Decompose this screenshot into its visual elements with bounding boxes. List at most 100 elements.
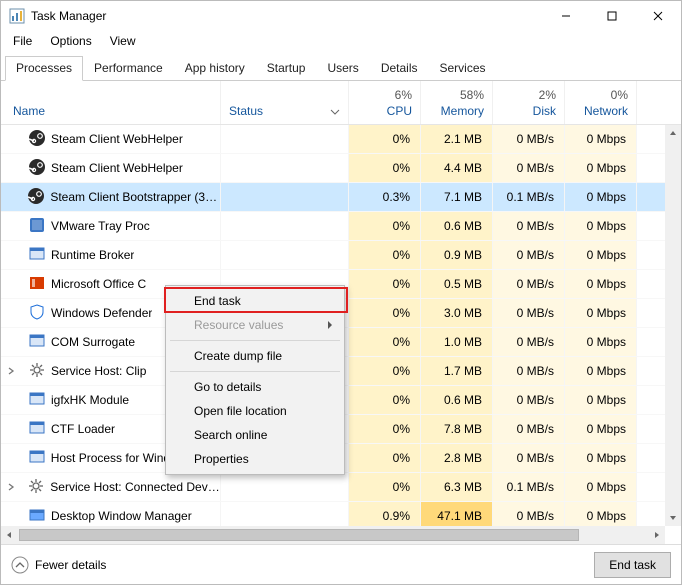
chevron-down-icon bbox=[330, 104, 340, 118]
net-value: 0 Mbps bbox=[587, 277, 626, 291]
mem-value: 2.1 MB bbox=[444, 132, 482, 146]
net-value: 0 Mbps bbox=[587, 451, 626, 465]
tab-details[interactable]: Details bbox=[370, 56, 429, 81]
cell-disk: 0 MB/s bbox=[493, 444, 565, 472]
disk-value: 0 MB/s bbox=[517, 364, 554, 378]
col-disk[interactable]: 2%Disk bbox=[493, 81, 565, 124]
content: Name Status 6%CPU 58%Memory 2%Disk 0%Net… bbox=[1, 81, 681, 544]
cpu-value: 0.3% bbox=[383, 190, 410, 204]
process-name: COM Surrogate bbox=[51, 335, 135, 349]
disk-value: 0 MB/s bbox=[517, 248, 554, 262]
menubar: File Options View bbox=[1, 31, 681, 53]
cpu-value: 0% bbox=[393, 451, 410, 465]
cell-cpu: 0% bbox=[349, 212, 421, 240]
col-memory[interactable]: 58%Memory bbox=[421, 81, 493, 124]
cell-disk: 0 MB/s bbox=[493, 415, 565, 443]
cell-memory: 7.8 MB bbox=[421, 415, 493, 443]
scroll-up-icon[interactable] bbox=[665, 125, 681, 141]
col-cpu[interactable]: 6%CPU bbox=[349, 81, 421, 124]
process-name: CTF Loader bbox=[51, 422, 115, 436]
table-row[interactable]: Service Host: Connected Device...0%6.3 M… bbox=[1, 473, 665, 502]
cell-cpu: 0% bbox=[349, 415, 421, 443]
process-name: Microsoft Office C bbox=[51, 277, 146, 291]
disk-value: 0.1 MB/s bbox=[507, 480, 554, 494]
table-row[interactable]: VMware Tray Proc0%0.6 MB0 MB/s0 Mbps bbox=[1, 212, 665, 241]
cell-disk: 0.1 MB/s bbox=[493, 183, 565, 211]
cell-memory: 2.8 MB bbox=[421, 444, 493, 472]
mem-value: 1.0 MB bbox=[444, 335, 482, 349]
col-status-label: Status bbox=[229, 104, 263, 118]
menu-file[interactable]: File bbox=[5, 31, 40, 51]
col-disk-label: Disk bbox=[533, 104, 556, 118]
cpu-value: 0% bbox=[393, 219, 410, 233]
mem-value: 4.4 MB bbox=[444, 161, 482, 175]
cpu-value: 0% bbox=[393, 422, 410, 436]
cell-memory: 1.7 MB bbox=[421, 357, 493, 385]
task-manager-window: Task Manager File Options View Processes… bbox=[0, 0, 682, 585]
ctx-search-online[interactable]: Search online bbox=[168, 423, 342, 447]
tab-performance[interactable]: Performance bbox=[83, 56, 174, 81]
col-status[interactable]: Status bbox=[221, 81, 349, 124]
col-network[interactable]: 0%Network bbox=[565, 81, 637, 124]
process-icon bbox=[29, 449, 45, 468]
ctx-create-dump[interactable]: Create dump file bbox=[168, 344, 342, 368]
disk-value: 0 MB/s bbox=[517, 393, 554, 407]
close-button[interactable] bbox=[635, 1, 681, 31]
fewer-details-label: Fewer details bbox=[35, 558, 106, 572]
cell-disk: 0 MB/s bbox=[493, 212, 565, 240]
cell-network: 0 Mbps bbox=[565, 270, 637, 298]
ctx-resource-values[interactable]: Resource values bbox=[168, 313, 342, 337]
menu-options[interactable]: Options bbox=[42, 31, 99, 51]
ctx-go-details[interactable]: Go to details bbox=[168, 375, 342, 399]
cell-disk: 0 MB/s bbox=[493, 357, 565, 385]
tab-startup[interactable]: Startup bbox=[256, 56, 317, 81]
cell-cpu: 0% bbox=[349, 270, 421, 298]
ctx-properties[interactable]: Properties bbox=[168, 447, 342, 471]
tabs: Processes Performance App history Startu… bbox=[1, 55, 681, 81]
end-task-button[interactable]: End task bbox=[594, 552, 671, 578]
table-row[interactable]: Steam Client Bootstrapper (32 bit)0.3%7.… bbox=[1, 183, 665, 212]
horizontal-scrollbar[interactable] bbox=[1, 526, 665, 544]
ctx-open-location[interactable]: Open file location bbox=[168, 399, 342, 423]
tab-apphistory[interactable]: App history bbox=[174, 56, 256, 81]
table-row[interactable]: Runtime Broker0%0.9 MB0 MB/s0 Mbps bbox=[1, 241, 665, 270]
process-icon bbox=[29, 304, 45, 323]
mem-value: 1.7 MB bbox=[444, 364, 482, 378]
hscroll-thumb[interactable] bbox=[19, 529, 579, 541]
vertical-scrollbar[interactable] bbox=[665, 125, 681, 526]
cell-memory: 3.0 MB bbox=[421, 299, 493, 327]
expand-icon[interactable] bbox=[7, 364, 17, 378]
cell-network: 0 Mbps bbox=[565, 125, 637, 153]
fewer-details-button[interactable]: Fewer details bbox=[11, 556, 106, 574]
cell-memory: 4.4 MB bbox=[421, 154, 493, 182]
net-value: 0 Mbps bbox=[587, 248, 626, 262]
cell-network: 0 Mbps bbox=[565, 357, 637, 385]
table-row[interactable]: Steam Client WebHelper0%2.1 MB0 MB/s0 Mb… bbox=[1, 125, 665, 154]
process-icon bbox=[29, 159, 45, 178]
table-row[interactable]: Steam Client WebHelper0%4.4 MB0 MB/s0 Mb… bbox=[1, 154, 665, 183]
menu-view[interactable]: View bbox=[102, 31, 144, 51]
cell-network: 0 Mbps bbox=[565, 328, 637, 356]
footer: Fewer details End task bbox=[1, 544, 681, 584]
scroll-right-icon[interactable] bbox=[649, 526, 665, 544]
net-percent: 0% bbox=[573, 88, 628, 102]
cpu-value: 0% bbox=[393, 248, 410, 262]
col-name[interactable]: Name bbox=[1, 81, 221, 124]
cell-cpu: 0% bbox=[349, 444, 421, 472]
ctx-end-task[interactable]: End task bbox=[168, 289, 342, 313]
process-icon bbox=[29, 275, 45, 294]
maximize-button[interactable] bbox=[589, 1, 635, 31]
cpu-value: 0% bbox=[393, 161, 410, 175]
tab-users[interactable]: Users bbox=[316, 56, 369, 81]
scroll-left-icon[interactable] bbox=[1, 526, 17, 544]
cell-network: 0 Mbps bbox=[565, 386, 637, 414]
expand-icon[interactable] bbox=[7, 480, 16, 494]
cell-name: Steam Client WebHelper bbox=[1, 154, 221, 182]
cell-network: 0 Mbps bbox=[565, 444, 637, 472]
scroll-down-icon[interactable] bbox=[665, 510, 681, 526]
cell-network: 0 Mbps bbox=[565, 299, 637, 327]
tab-processes[interactable]: Processes bbox=[5, 56, 83, 81]
cell-network: 0 Mbps bbox=[565, 473, 637, 501]
tab-services[interactable]: Services bbox=[429, 56, 497, 81]
minimize-button[interactable] bbox=[543, 1, 589, 31]
